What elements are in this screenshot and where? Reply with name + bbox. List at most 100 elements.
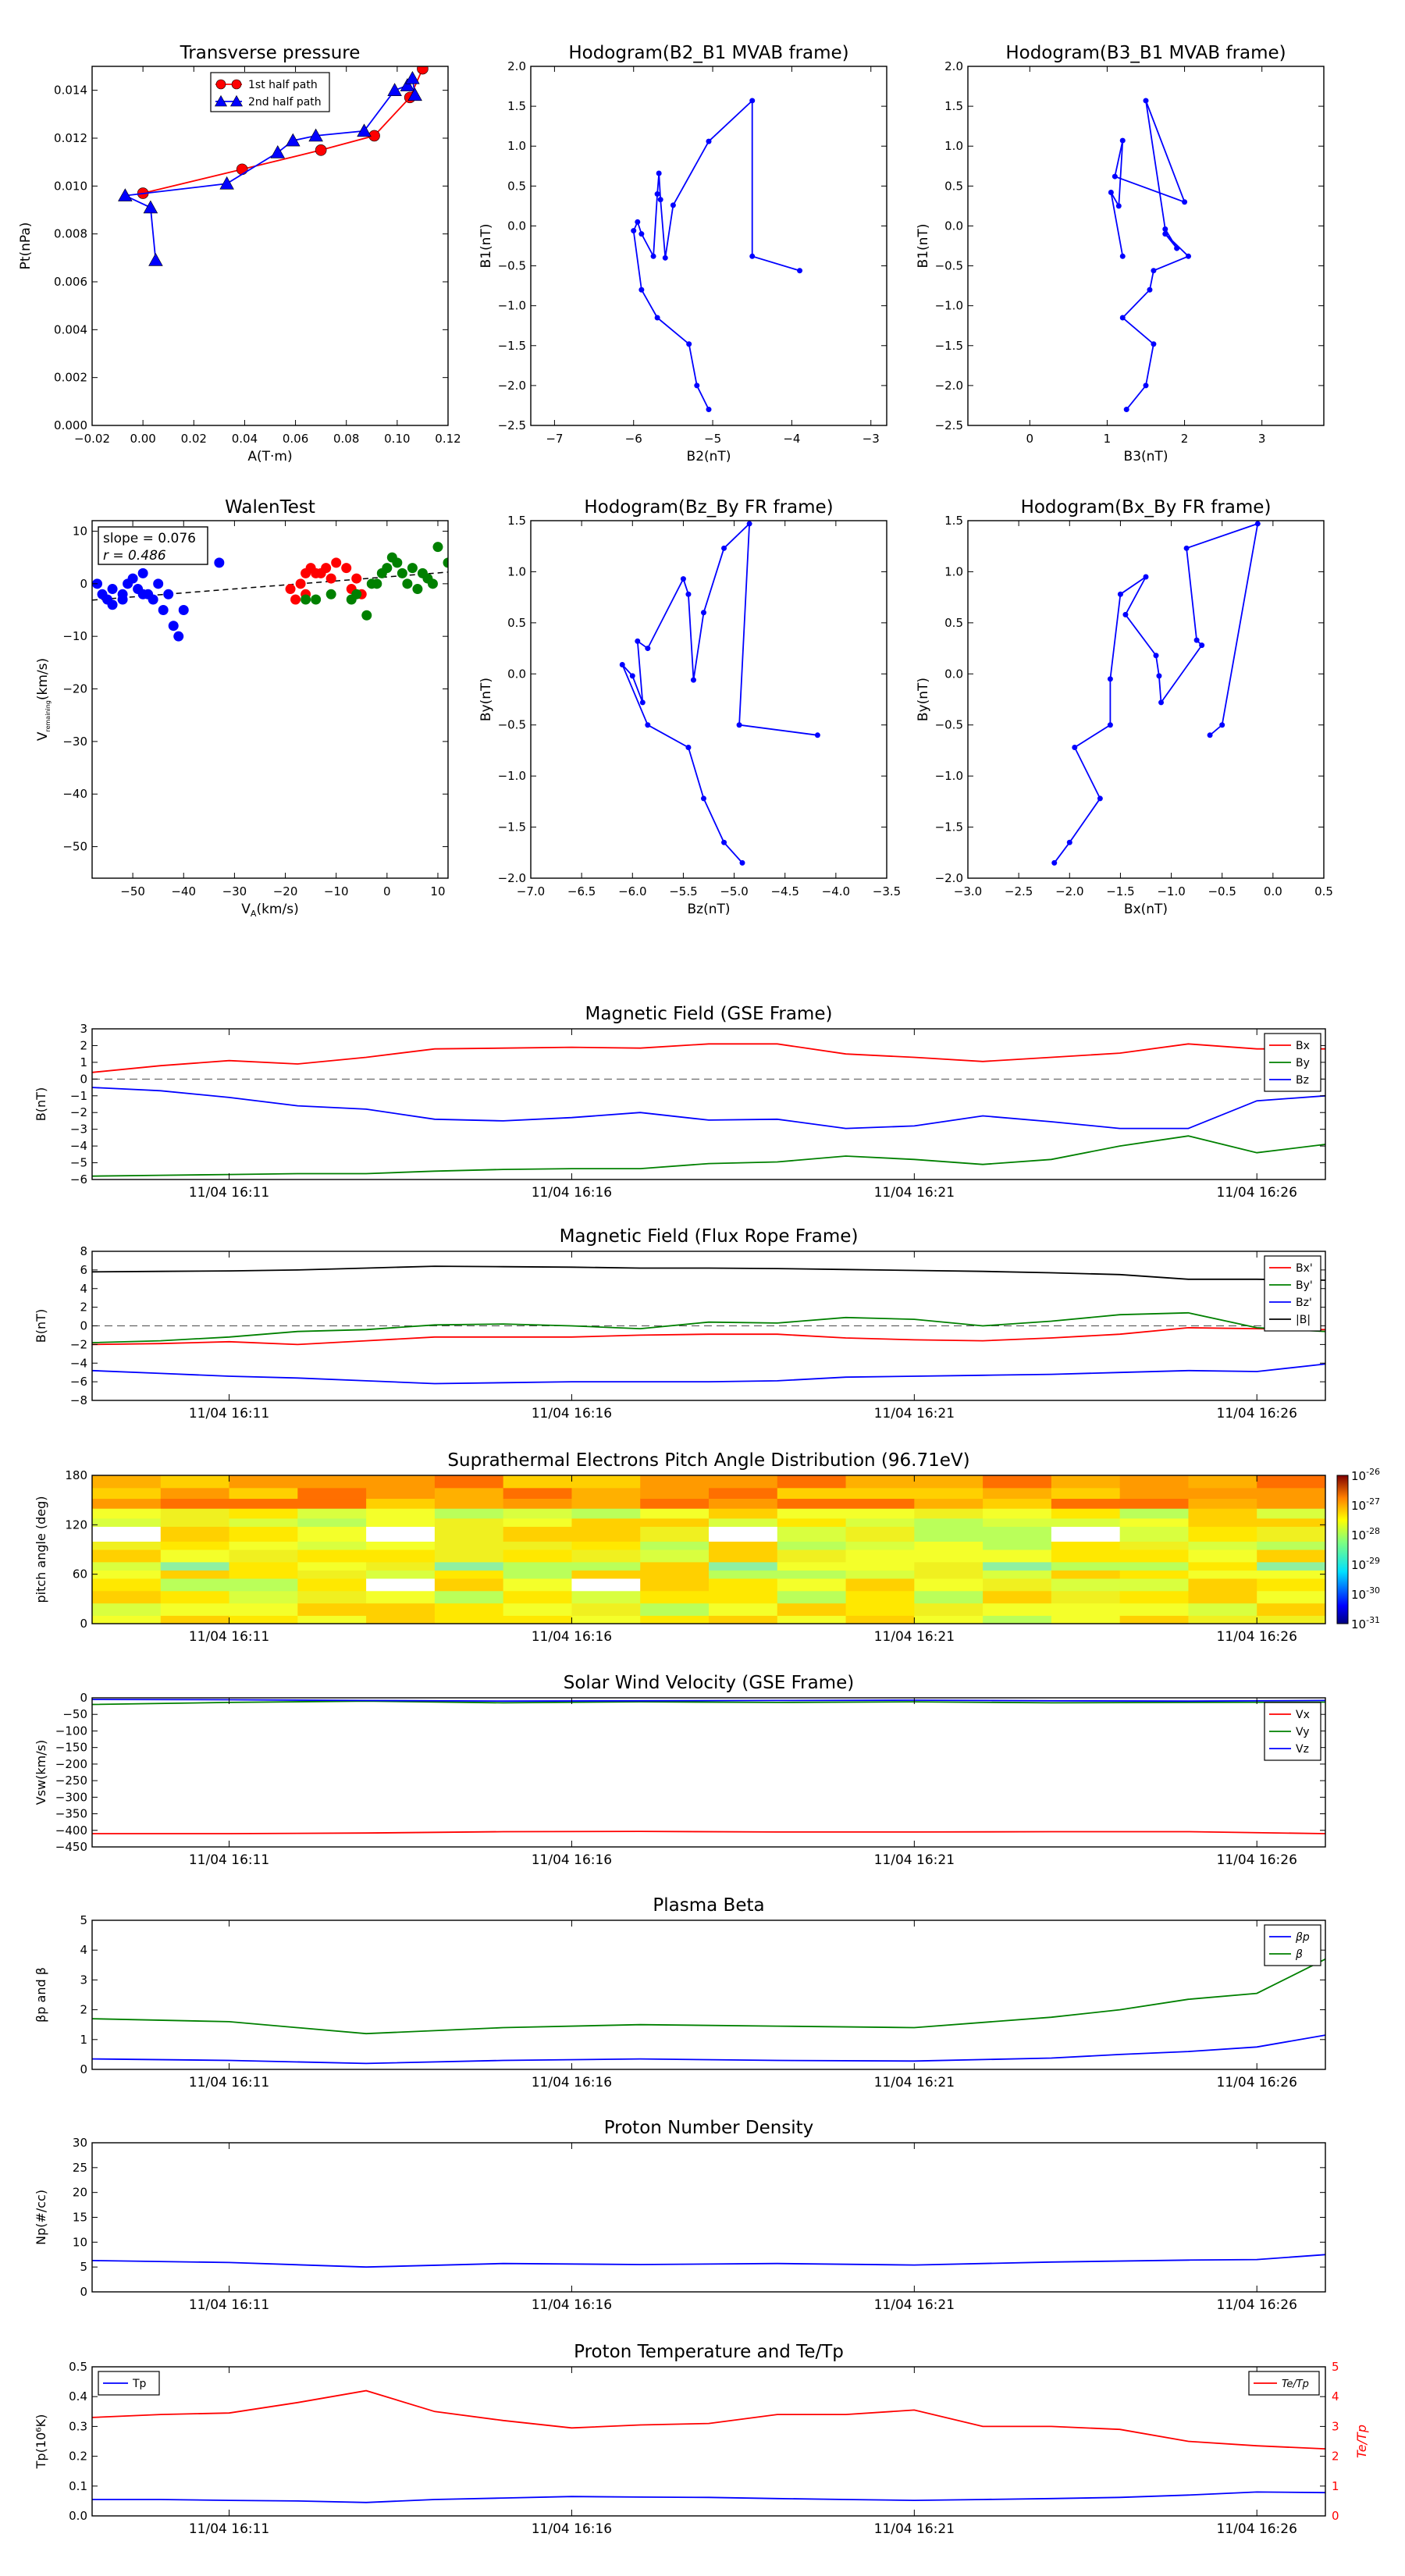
colorbar-exponent: -29 (1366, 1556, 1380, 1566)
legend-label: Bx (1296, 1040, 1310, 1052)
heatmap-cell (709, 1475, 778, 1489)
heatmap-cell (229, 1508, 299, 1519)
legend-label: Te/Tp (1282, 2379, 1309, 2390)
x-tick-label: −10 (324, 884, 349, 898)
heatmap-cell (571, 1561, 642, 1571)
data-point (331, 557, 342, 568)
heatmap-cell (1051, 1550, 1121, 1563)
data-point (1112, 173, 1118, 180)
data-point (1143, 574, 1149, 580)
heatmap-cell (1119, 1603, 1190, 1616)
y-tick-label: −1.5 (498, 820, 526, 834)
annotation-r: r = 0.486 (103, 548, 166, 564)
heatmap-cell (160, 1498, 230, 1509)
plot-area (92, 1958, 1325, 2065)
data-point (690, 677, 696, 683)
panel-transverse-pressure: Transverse pressure −0.02 0.00 0.02 0.04 0.06… (18, 43, 461, 464)
heatmap-cell (434, 1526, 504, 1542)
heatmap-cell (845, 1590, 916, 1604)
heatmap-cell (709, 1578, 778, 1592)
x-tick-label: −1.5 (1106, 884, 1134, 898)
data-point (736, 722, 742, 728)
x-tick-label: 3 (1258, 432, 1266, 446)
heatmap-cell (983, 1498, 1052, 1509)
series-line (1053, 522, 1259, 863)
heatmap-cell (160, 1526, 230, 1542)
y-tick-label: 1.5 (507, 514, 526, 528)
heatmap-cell (434, 1508, 504, 1519)
data-point (1107, 722, 1113, 728)
data-point (351, 589, 362, 600)
heatmap-cell (434, 1541, 504, 1550)
legend-label: Bz' (1296, 1297, 1312, 1309)
heatmap-cell (1257, 1561, 1325, 1571)
y-tick-label: 0.0 (944, 219, 963, 233)
x-tick-label: −3.0 (954, 884, 982, 898)
heatmap-cell (777, 1541, 847, 1550)
x-tick-label: 11/04 16:16 (532, 2297, 612, 2313)
heatmap-cell (503, 1570, 573, 1579)
data-point (657, 197, 663, 203)
heatmap-cell (434, 1615, 504, 1624)
y-tick-label: 0.3 (69, 2419, 87, 2433)
heatmap-cell (709, 1541, 778, 1550)
heatmap-cell (571, 1475, 642, 1489)
heatmap-cell (640, 1615, 710, 1624)
y-tick-label: 0.5 (944, 616, 963, 630)
heatmap-cell (1119, 1487, 1190, 1500)
data-point (1193, 637, 1200, 643)
y-tick-label: −0.5 (935, 259, 963, 273)
heatmap-cell (571, 1550, 642, 1563)
heatmap-cell (777, 1615, 847, 1624)
series-line (92, 1363, 1325, 1385)
heatmap-cell (709, 1498, 778, 1509)
y-tick-label: 0 (80, 1691, 87, 1705)
y-tick-label: 0.012 (54, 131, 87, 145)
y-tick-label-right: 4 (1332, 2389, 1339, 2403)
heatmap-cell (297, 1570, 368, 1579)
y-tick-label: 6 (80, 1263, 87, 1277)
axes-frame (91, 1920, 1326, 2070)
x-tick-label: −30 (222, 884, 247, 898)
y-axis-label: Tp(10⁶K) (34, 2414, 48, 2470)
heatmap-cell (1119, 1550, 1190, 1563)
heatmap-cell (92, 1550, 162, 1563)
legend-label: |B| (1296, 1314, 1311, 1326)
heatmap-cell (914, 1517, 984, 1527)
y-tick-label: 0.010 (54, 179, 87, 193)
data-point (285, 584, 296, 595)
data-point (168, 621, 179, 632)
heatmap-cell (709, 1590, 778, 1604)
data-point (694, 382, 700, 389)
x-tick-label: 0.06 (283, 432, 308, 446)
x-tick-label: 11/04 16:11 (189, 1406, 269, 1421)
heatmap-cell (1119, 1508, 1190, 1519)
series-line (92, 2034, 1325, 2065)
heatmap-cell (1051, 1475, 1121, 1489)
heatmap-cell (571, 1526, 642, 1542)
heatmap-cell (160, 1487, 230, 1500)
heatmap-cell (1257, 1517, 1325, 1527)
heatmap-cell (503, 1615, 573, 1624)
heatmap-cell (571, 1570, 642, 1579)
heatmap-cell (503, 1603, 573, 1616)
legend-label: β (1295, 1948, 1303, 1961)
y-axis-label: Vremaining(km/s) (35, 658, 52, 741)
y-tick-label: −1.0 (935, 769, 963, 783)
heatmap-cell (640, 1541, 710, 1550)
heatmap-cell (297, 1590, 368, 1604)
x-tick-label: 0 (1026, 432, 1034, 446)
heatmap-cell (983, 1561, 1052, 1571)
heatmap-cell (366, 1541, 436, 1550)
heatmap-cell (640, 1498, 710, 1509)
heatmap-cell (503, 1550, 573, 1563)
data-point (631, 228, 637, 234)
heatmap-cell (92, 1475, 162, 1489)
data-point (721, 839, 727, 845)
legend-label: Vx (1296, 1709, 1310, 1721)
data-point (749, 98, 756, 104)
heatmap-cell (1119, 1517, 1190, 1527)
heatmap-cell (640, 1508, 710, 1519)
heatmap-cell (709, 1508, 778, 1519)
heatmap-cell (160, 1561, 230, 1571)
